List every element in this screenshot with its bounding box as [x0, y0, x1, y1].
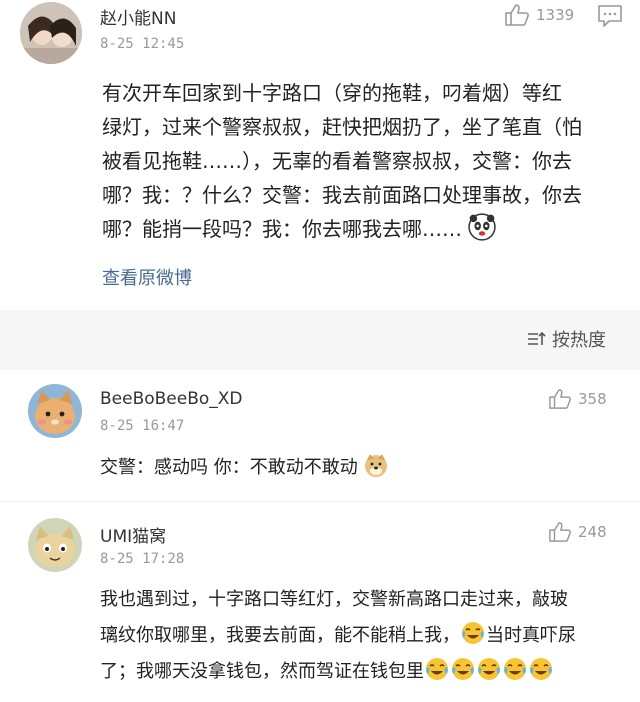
panda-emoji-icon [468, 213, 497, 241]
thumbs-up-icon [505, 4, 529, 26]
sort-icon [528, 331, 546, 345]
author-name[interactable]: 赵小能NN [100, 4, 176, 29]
comment-like-count: 248 [578, 523, 607, 541]
post-time: 8-25 12:45 [100, 36, 185, 52]
view-original-link[interactable]: 查看原微博 [102, 264, 192, 290]
comment-line: 了；我哪天没拿钱包，然而驾证在钱包里 [100, 654, 630, 690]
thumbs-up-icon [549, 522, 571, 542]
comment-like-button[interactable]: 358 [548, 388, 607, 410]
comment-like-count: 358 [578, 390, 607, 408]
comment-line: 璃纹你取哪里，我要去前面，能不能稍上我， 当时真吓尿 [100, 618, 630, 654]
post-line: 被看见拖鞋……），无辜的看着警察叔叔，交警：你去 [102, 149, 572, 173]
laughing-crying-emoji-icon [426, 658, 448, 680]
laughing-crying-emoji-icon [478, 658, 500, 680]
comment-line-tail: 当时真吓尿 [486, 625, 576, 646]
comment-time: 8-25 16:47 [100, 418, 185, 434]
comment-body: 交警：感动吗 你：不敢动不敢动 [100, 452, 389, 482]
comment-text: 交警：感动吗 你：不敢动不敢动 [100, 457, 358, 478]
comment-separator [0, 501, 640, 502]
post-line-last: 哪？能捎一段吗？我：你去哪我去哪…… [102, 212, 632, 246]
post-like-button[interactable]: 1339 [504, 3, 574, 27]
doge-emoji-icon [365, 454, 388, 477]
comment-like-button[interactable]: 248 [548, 521, 607, 543]
thumbs-up-icon [549, 389, 571, 409]
post-like-count: 1339 [536, 6, 575, 24]
laughing-crying-emoji-icon [504, 658, 526, 680]
laughing-crying-emoji-icon [530, 658, 552, 680]
comment-body: 我也遇到过，十字路口等红灯，交警新高路口走过来，敲玻 璃纹你取哪里，我要去前面，… [100, 582, 630, 690]
laughing-crying-emoji-icon [452, 658, 474, 680]
comment-time: 8-25 17:28 [100, 551, 185, 567]
author-avatar[interactable] [20, 2, 82, 64]
commenter-name[interactable]: BeeBoBeeBo_XD [100, 389, 243, 409]
laughing-crying-emoji-icon [462, 622, 484, 644]
commenter-avatar[interactable] [28, 518, 82, 572]
comment-icon[interactable] [597, 4, 623, 32]
sort-by-hot-button[interactable]: 按热度 [526, 326, 606, 352]
post-line: 绿灯，过来个警察叔叔，赶快把烟扔了，坐了笔直（怕 [102, 115, 582, 139]
post-line-text: 哪？能捎一段吗？我：你去哪我去哪…… [102, 217, 462, 241]
commenter-avatar[interactable] [28, 384, 82, 438]
weibo-post: 赵小能NN 8-25 12:45 1339 有次开车回家到十字路口（穿的拖鞋，叼… [0, 0, 640, 310]
commenter-name[interactable]: UMI猫窝 [100, 522, 166, 547]
post-line: 有次开车回家到十字路口（穿的拖鞋，叼着烟）等红 [102, 81, 562, 105]
sort-label: 按热度 [552, 330, 606, 351]
comment-line-text: 了；我哪天没拿钱包，然而驾证在钱包里 [100, 661, 424, 682]
comment-line-text: 璃纹你取哪里，我要去前面，能不能稍上我， [100, 625, 460, 646]
comment-line: 我也遇到过，十字路口等红灯，交警新高路口走过来，敲玻 [100, 589, 568, 610]
post-line: 哪？我：？什么？交警：我去前面路口处理事故，你去 [102, 183, 582, 207]
post-body: 有次开车回家到十字路口（穿的拖鞋，叼着烟）等红 绿灯，过来个警察叔叔，赶快把烟扔… [102, 76, 632, 246]
